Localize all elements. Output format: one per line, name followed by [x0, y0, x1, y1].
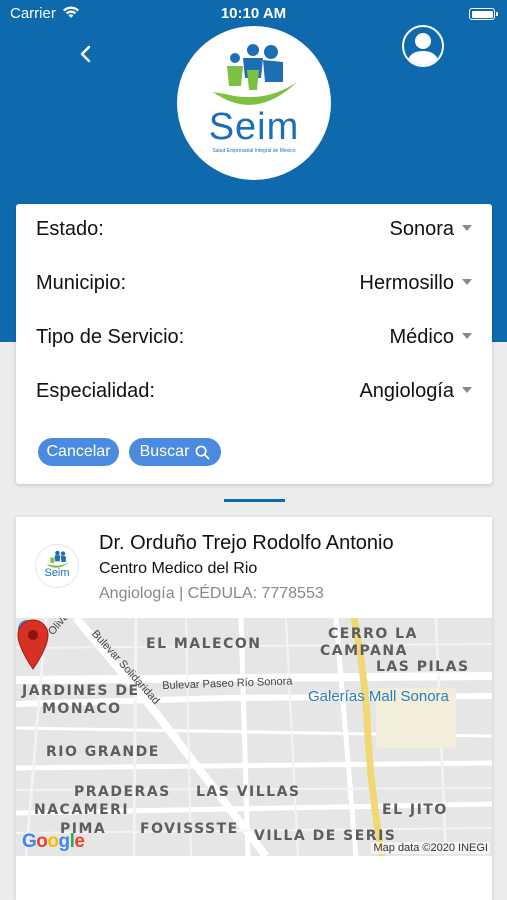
logo-text: Seim — [208, 106, 300, 148]
map-label: LAS VILLAS — [196, 784, 301, 800]
map-label: FOVISSSTE — [140, 821, 239, 837]
avatar-text: Seim — [44, 567, 70, 579]
filter-label: Municipio: — [36, 272, 127, 294]
filter-value: Sonora — [389, 218, 455, 240]
map-attribution: Map data ©2020 INEGI — [371, 842, 490, 854]
filter-tipo-servicio[interactable]: Tipo de Servicio: Médico — [36, 322, 476, 352]
user-icon — [407, 33, 439, 65]
profile-button[interactable] — [402, 25, 444, 67]
map-label: EL MALECON — [146, 636, 262, 652]
status-bar: Carrier 10:10 AM — [0, 0, 507, 28]
filter-value: Hermosillo — [359, 272, 454, 294]
map-label: MONACO — [42, 701, 122, 717]
search-label: Buscar — [139, 443, 190, 460]
map-label: PRADERAS — [74, 784, 171, 800]
filter-municipio[interactable]: Municipio: Hermosillo — [36, 268, 476, 298]
avatar: Seim — [35, 544, 79, 588]
poi-label[interactable]: Galerías Mall Sonora — [308, 688, 449, 705]
logo-subtitle: Salud Empresarial Integral de México — [212, 148, 296, 154]
map-label: CERRO LA — [328, 626, 418, 642]
map-label: NACAMERI — [34, 802, 130, 818]
tab-indicator — [224, 499, 285, 502]
map-label: CAMPANA — [320, 643, 408, 659]
filter-estado[interactable]: Estado: Sonora — [36, 214, 476, 244]
battery-icon — [469, 8, 498, 20]
google-logo: Google — [22, 831, 85, 852]
result-card[interactable]: Seim Dr. Orduño Trejo Rodolfo Antonio Ce… — [16, 517, 492, 900]
location-pin-icon[interactable] — [16, 618, 50, 670]
map-view[interactable]: EL MALECON CERRO LA CAMPANA LAS PILAS JA… — [16, 618, 492, 856]
filter-especialidad[interactable]: Especialidad: Angiología — [36, 376, 476, 406]
filter-label: Estado: — [36, 218, 104, 240]
filter-value: Médico — [389, 326, 454, 348]
back-button[interactable] — [72, 40, 100, 68]
filter-label: Especialidad: — [36, 380, 155, 402]
filter-label: Tipo de Servicio: — [36, 326, 185, 348]
status-time: 10:10 AM — [220, 5, 287, 22]
map-label: JARDINES DE — [22, 683, 140, 699]
filter-card: Estado: Sonora Municipio: Hermosillo Tip… — [16, 204, 492, 484]
cancel-label: Cancelar — [46, 443, 111, 460]
clinic-name: Centro Medico del Rio — [99, 560, 258, 577]
search-icon — [195, 445, 210, 459]
map-label: EL JITO — [382, 802, 448, 818]
doctor-name: Dr. Orduño Trejo Rodolfo Antonio — [99, 532, 394, 554]
caret-down-icon — [462, 387, 472, 393]
caret-down-icon — [462, 225, 472, 231]
app-logo: Seim Salud Empresarial Integral de Méxic… — [177, 26, 331, 180]
cancel-button[interactable]: Cancelar — [38, 438, 119, 466]
chevron-left-icon — [80, 45, 91, 63]
specialty-cedula: Angiología | CÉDULA: 7778553 — [99, 585, 324, 602]
search-button[interactable]: Buscar — [129, 438, 221, 466]
caret-down-icon — [462, 279, 472, 285]
caret-down-icon — [462, 333, 472, 339]
filter-value: Angiología — [359, 380, 454, 402]
family-logo-icon — [213, 44, 297, 105]
map-label: RIO GRANDE — [46, 744, 160, 760]
map-label: LAS PILAS — [376, 659, 470, 675]
